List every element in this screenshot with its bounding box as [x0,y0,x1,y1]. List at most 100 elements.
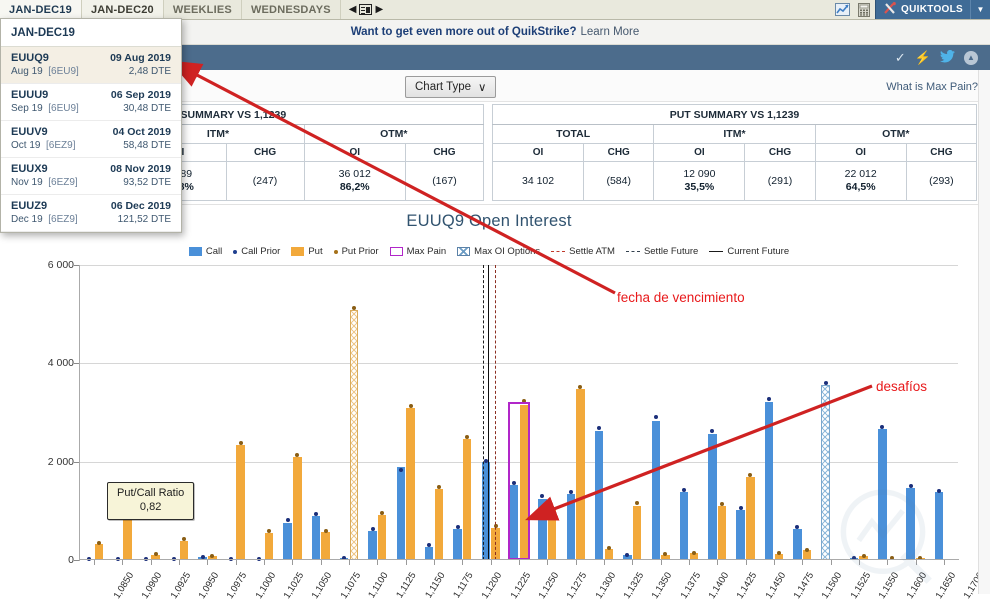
legend-item-call[interactable]: Call [189,246,222,257]
put-bar[interactable] [435,489,444,560]
quiktools-button[interactable]: QUIKTOOLS [875,0,970,19]
put-bar[interactable] [378,515,387,560]
x-axis-tick-label: 1,0925 [168,570,193,600]
dropdown-item-euux9[interactable]: EUUX908 Nov 2019Nov 19 [6EZ9]93,52 DTE [1,158,181,195]
put-call-ratio-box: Put/Call Ratio 0,82 [107,482,194,520]
legend-item-put[interactable]: Put [291,246,322,257]
x-axis-tick-mark [576,560,577,565]
twitter-icon[interactable] [940,50,955,66]
call-bar[interactable] [821,385,830,560]
call-prior-dot [682,488,686,492]
collapse-up-icon[interactable]: ▲ [964,51,978,65]
put-bar[interactable] [633,506,642,560]
dropdown-item-date: 09 Aug 2019 [110,52,171,64]
dropdown-item-euuv9[interactable]: EUUV904 Oct 2019Oct 19 [6EZ9]58,48 DTE [1,121,181,158]
tab-nav-controls: ◀ ▶ [341,0,391,19]
put-bar[interactable] [406,408,415,560]
legend-item-put-prior[interactable]: Put Prior [334,246,379,257]
what-is-max-pain-link[interactable]: What is Max Pain? [886,81,978,93]
dropdown-item-symbol: EUUQ9 [11,52,49,64]
legend-item-max-oi-options[interactable]: Max OI Options [457,246,540,257]
legend-item-max-pain[interactable]: Max Pain [390,246,447,257]
legend-label-call: Call [206,246,222,257]
call-bar[interactable] [567,494,576,560]
call-prior-dot [937,489,941,493]
chart-type-dropdown[interactable]: Chart Type ∨ [405,76,496,98]
chart-icon[interactable] [831,0,853,19]
legend-item-settle-future[interactable]: Settle Future [626,246,698,257]
legend-item-settle-atm[interactable]: Settle ATM [551,246,615,257]
call-bar[interactable] [538,499,547,560]
x-axis-tick-mark [774,560,775,565]
call-bar[interactable] [283,523,292,560]
call-otm-oi-number: 36 012 [339,168,371,180]
tab-wednesdays[interactable]: WEDNESDAYS [242,0,341,19]
put-call-ratio-value: 0,82 [117,501,184,515]
put-prior-dot [154,552,158,556]
legend-item-current-future[interactable]: Current Future [709,246,789,257]
call-prior-swatch-icon [233,250,237,254]
check-icon[interactable]: ✓ [895,50,906,66]
put-prior-dot [777,551,781,555]
dropdown-item-euuu9[interactable]: EUUU906 Sep 2019Sep 19 [6EU9]30,48 DTE [1,84,181,121]
put-bar[interactable] [265,533,274,560]
quiktools-caret-icon[interactable]: ▼ [970,0,990,19]
put-bar[interactable] [236,445,245,560]
call-bar[interactable] [312,516,321,560]
call-bar[interactable] [397,467,406,560]
call-bar[interactable] [453,529,462,560]
tab-jan-dec19[interactable]: JAN-DEC19 [0,0,82,19]
screwdriver-wrench-icon [883,2,897,18]
call-bar[interactable] [736,510,745,560]
x-axis-tick-mark [632,560,633,565]
call-bar[interactable] [680,492,689,560]
call-otm-oi-percent: 86,2% [340,181,370,193]
call-bar[interactable] [708,434,717,560]
put-prior-dot [239,441,243,445]
y-axis [79,265,80,561]
x-axis-tick-label: 1,1100 [366,570,390,600]
expiration-dropdown[interactable]: JAN-DEC19 EUUQ909 Aug 2019Aug 19 [6EU9]2… [0,18,182,233]
call-bar[interactable] [595,431,604,560]
put-col-total-chg: CHG [584,144,654,162]
call-bar[interactable] [368,531,377,561]
learn-more-link[interactable]: Learn More [580,26,639,38]
put-bar[interactable] [718,506,727,560]
next-arrow-icon[interactable]: ▶ [375,4,383,15]
put-bar[interactable] [746,477,755,560]
bolt-icon[interactable]: ⚡ [915,50,931,66]
dropdown-item-symbol: EUUX9 [11,163,48,175]
put-summary-title: PUT SUMMARY VS 1,1239 [493,105,977,125]
put-bar[interactable] [95,544,104,560]
put-bar[interactable] [180,541,189,560]
dropdown-item-date: 06 Dec 2019 [111,200,171,212]
call-bar[interactable] [765,402,774,560]
call-bar[interactable] [935,492,944,560]
put-bar[interactable] [321,532,330,560]
dropdown-item-euuq9[interactable]: EUUQ909 Aug 2019Aug 19 [6EU9]2,48 DTE [1,47,181,84]
put-bar[interactable] [350,310,359,560]
legend-label-settle-atm: Settle ATM [569,246,615,257]
put-bar[interactable] [548,510,557,560]
put-bar[interactable] [463,439,472,560]
call-bar[interactable] [878,429,887,560]
put-bar[interactable] [576,389,585,560]
call-bar[interactable] [906,488,915,560]
call-bar[interactable] [652,421,661,560]
tab-weeklies[interactable]: WEEKLIES [164,0,242,19]
dropdown-item-date: 08 Nov 2019 [110,163,171,175]
call-bar[interactable] [793,529,802,560]
legend-item-call-prior[interactable]: Call Prior [233,246,280,257]
tab-jan-dec20[interactable]: JAN-DEC20 [82,0,164,19]
put-total-chg-value: (584) [584,162,654,201]
put-bar[interactable] [293,457,302,560]
put-prior-swatch-icon [334,250,338,254]
call-swatch-icon [189,247,202,256]
x-axis-tick-mark [434,560,435,565]
legend-label-put-prior: Put Prior [342,246,379,257]
calculator-icon[interactable] [853,0,875,19]
prev-arrow-icon[interactable]: ◀ [349,4,357,15]
list-icon[interactable] [359,4,372,15]
put-bar[interactable] [123,519,132,560]
dropdown-item-euuz9[interactable]: EUUZ906 Dec 2019Dec 19 [6EZ9]121,52 DTE [1,195,181,232]
